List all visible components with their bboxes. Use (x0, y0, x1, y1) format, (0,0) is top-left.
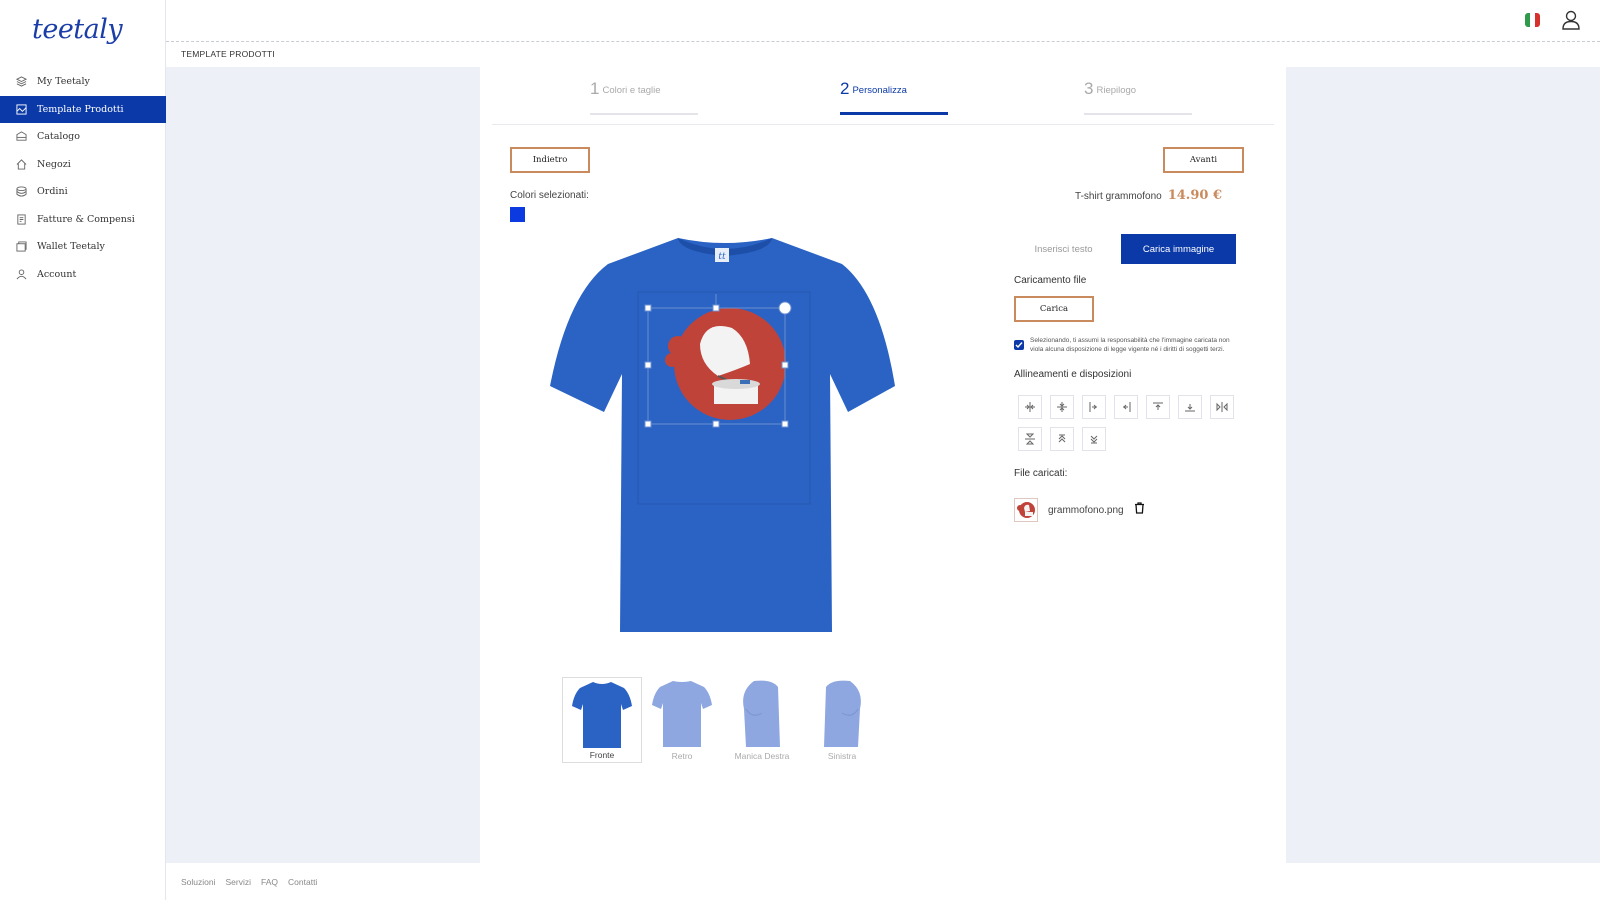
svg-text:tt: tt (718, 252, 726, 262)
sidebar-item-catalogo[interactable]: Catalogo (0, 123, 166, 151)
check-icon (1015, 342, 1023, 349)
sidebar-nav: My Teetaly Template Prodotti Catalogo Ne… (0, 68, 166, 288)
sidebar-item-label: Fatture & Compensi (37, 213, 135, 225)
file-name: grammofono.png (1048, 504, 1124, 516)
top-bar (166, 0, 1600, 42)
breadcrumb-bar: TEMPLATE PRODOTTI (166, 42, 1600, 67)
footer-link-contatti[interactable]: Contatti (288, 877, 317, 887)
catalog-icon (15, 131, 27, 143)
upload-section-title: Caricamento file (1014, 275, 1087, 286)
sidebar-item-template-prodotti[interactable]: Template Prodotti (0, 95, 166, 123)
send-backward-icon[interactable] (1082, 427, 1106, 451)
align-right-icon[interactable] (1114, 395, 1138, 419)
footer-link-faq[interactable]: FAQ (261, 877, 278, 887)
flip-horizontal-icon[interactable] (1210, 395, 1234, 419)
step-label: Personalizza (852, 85, 907, 97)
view-label: Manica Destra (734, 751, 790, 761)
customize-panel: 1 Colori e taglie 2 Personalizza 3 Riepilog… (480, 67, 1286, 863)
footer-link-soluzioni[interactable]: Soluzioni (181, 877, 216, 887)
teetaly-logo[interactable]: teetaly (32, 14, 123, 45)
next-button[interactable]: Avanti (1163, 147, 1244, 173)
uploaded-file-row: grammofono.png (1014, 498, 1145, 522)
user-icon (15, 268, 27, 280)
sidebar-item-label: Negozi (37, 158, 71, 170)
product-name: T-shirt grammofono (1075, 191, 1162, 202)
back-button[interactable]: Indietro (510, 147, 590, 173)
align-left-icon[interactable] (1082, 395, 1106, 419)
tab-upload-image[interactable]: Carica immagine (1121, 234, 1236, 264)
step-label: Riepilogo (1096, 85, 1137, 97)
sidebar-item-negozi[interactable]: Negozi (0, 151, 166, 179)
files-section-title: File caricati: (1014, 468, 1068, 479)
tab-insert-text[interactable]: Inserisci testo (1006, 234, 1121, 264)
product-header: T-shirt grammofono 14.90 € (1075, 188, 1222, 203)
sidebar-item-label: Wallet Teetaly (37, 241, 105, 253)
view-thumb-right-sleeve[interactable]: Manica Destra (722, 677, 802, 763)
bring-forward-icon[interactable] (1050, 427, 1074, 451)
color-swatch[interactable] (510, 207, 525, 222)
stepper: 1 Colori e taglie 2 Personalizza 3 Riepilog… (492, 67, 1274, 125)
align-center-horizontal-icon[interactable] (1018, 395, 1042, 419)
upload-button[interactable]: Carica (1014, 296, 1094, 322)
trash-icon[interactable] (1134, 501, 1145, 519)
file-thumbnail (1014, 498, 1038, 522)
align-section-title: Allineamenti e disposizioni (1014, 369, 1132, 380)
footer-link-servizi[interactable]: Servizi (226, 877, 252, 887)
italian-flag-icon[interactable] (1525, 13, 1540, 27)
align-bottom-icon[interactable] (1178, 395, 1202, 419)
consent-text: Selezionando, ti assumi la responsabilit… (1030, 337, 1230, 353)
breadcrumb: TEMPLATE PRODOTTI (181, 49, 275, 59)
sidebar-item-wallet[interactable]: Wallet Teetaly (0, 233, 166, 261)
step-number: 1 (590, 79, 600, 98)
view-label: Fronte (589, 750, 615, 760)
view-label: Sinistra (827, 751, 857, 761)
align-top-icon[interactable] (1146, 395, 1170, 419)
product-price: 14.90 € (1167, 188, 1222, 203)
step-number: 3 (1084, 79, 1094, 98)
step-personalizza[interactable]: 2 Personalizza (840, 79, 948, 115)
template-icon (15, 103, 27, 115)
user-icon[interactable] (1562, 10, 1580, 35)
tshirt-front: tt (550, 238, 895, 632)
layers-icon (15, 76, 27, 88)
design-canvas[interactable]: tt (550, 234, 900, 634)
step-label: Colori e taglie (602, 85, 661, 97)
sidebar-item-account[interactable]: Account (0, 261, 166, 289)
sidebar-item-label: Account (37, 268, 77, 280)
orders-icon (15, 186, 27, 198)
sidebar-item-my-teetaly[interactable]: My Teetaly (0, 68, 166, 96)
step-number: 2 (840, 79, 850, 98)
footer: Soluzioni Servizi FAQ Contatti (166, 863, 1600, 900)
consent-checkbox-row: Selezionando, ti assumi la responsabilit… (1014, 337, 1234, 354)
sidebar-item-label: My Teetaly (37, 76, 90, 88)
flip-vertical-icon[interactable] (1018, 427, 1042, 451)
sidebar-item-fatture[interactable]: Fatture & Compensi (0, 206, 166, 234)
step-riepilogo[interactable]: 3 Riepilogo (1084, 79, 1192, 115)
sidebar-item-label: Catalogo (37, 131, 80, 143)
view-thumbnails: Fronte Retro Manica Destra Sinistra (562, 677, 882, 763)
sidebar-item-label: Ordini (37, 186, 68, 198)
store-icon (15, 158, 27, 170)
view-thumb-left-sleeve[interactable]: Sinistra (802, 677, 882, 763)
selected-colors-label: Colori selezionati: (510, 190, 589, 201)
sidebar-item-ordini[interactable]: Ordini (0, 178, 166, 206)
view-label: Retro (671, 751, 693, 761)
view-thumb-front[interactable]: Fronte (562, 677, 642, 763)
view-thumb-back[interactable]: Retro (642, 677, 722, 763)
sidebar-item-label: Template Prodotti (37, 103, 124, 115)
wallet-icon (15, 241, 27, 253)
invoice-icon (15, 213, 27, 225)
sidebar: teetaly My Teetaly Template Prodotti Cat… (0, 0, 166, 900)
editor-tabs: Inserisci testo Carica immagine (1006, 234, 1236, 264)
align-center-vertical-icon[interactable] (1050, 395, 1074, 419)
footer-links: Soluzioni Servizi FAQ Contatti (181, 877, 317, 887)
consent-checkbox[interactable] (1014, 340, 1024, 350)
step-colori-e-taglie[interactable]: 1 Colori e taglie (590, 79, 698, 115)
